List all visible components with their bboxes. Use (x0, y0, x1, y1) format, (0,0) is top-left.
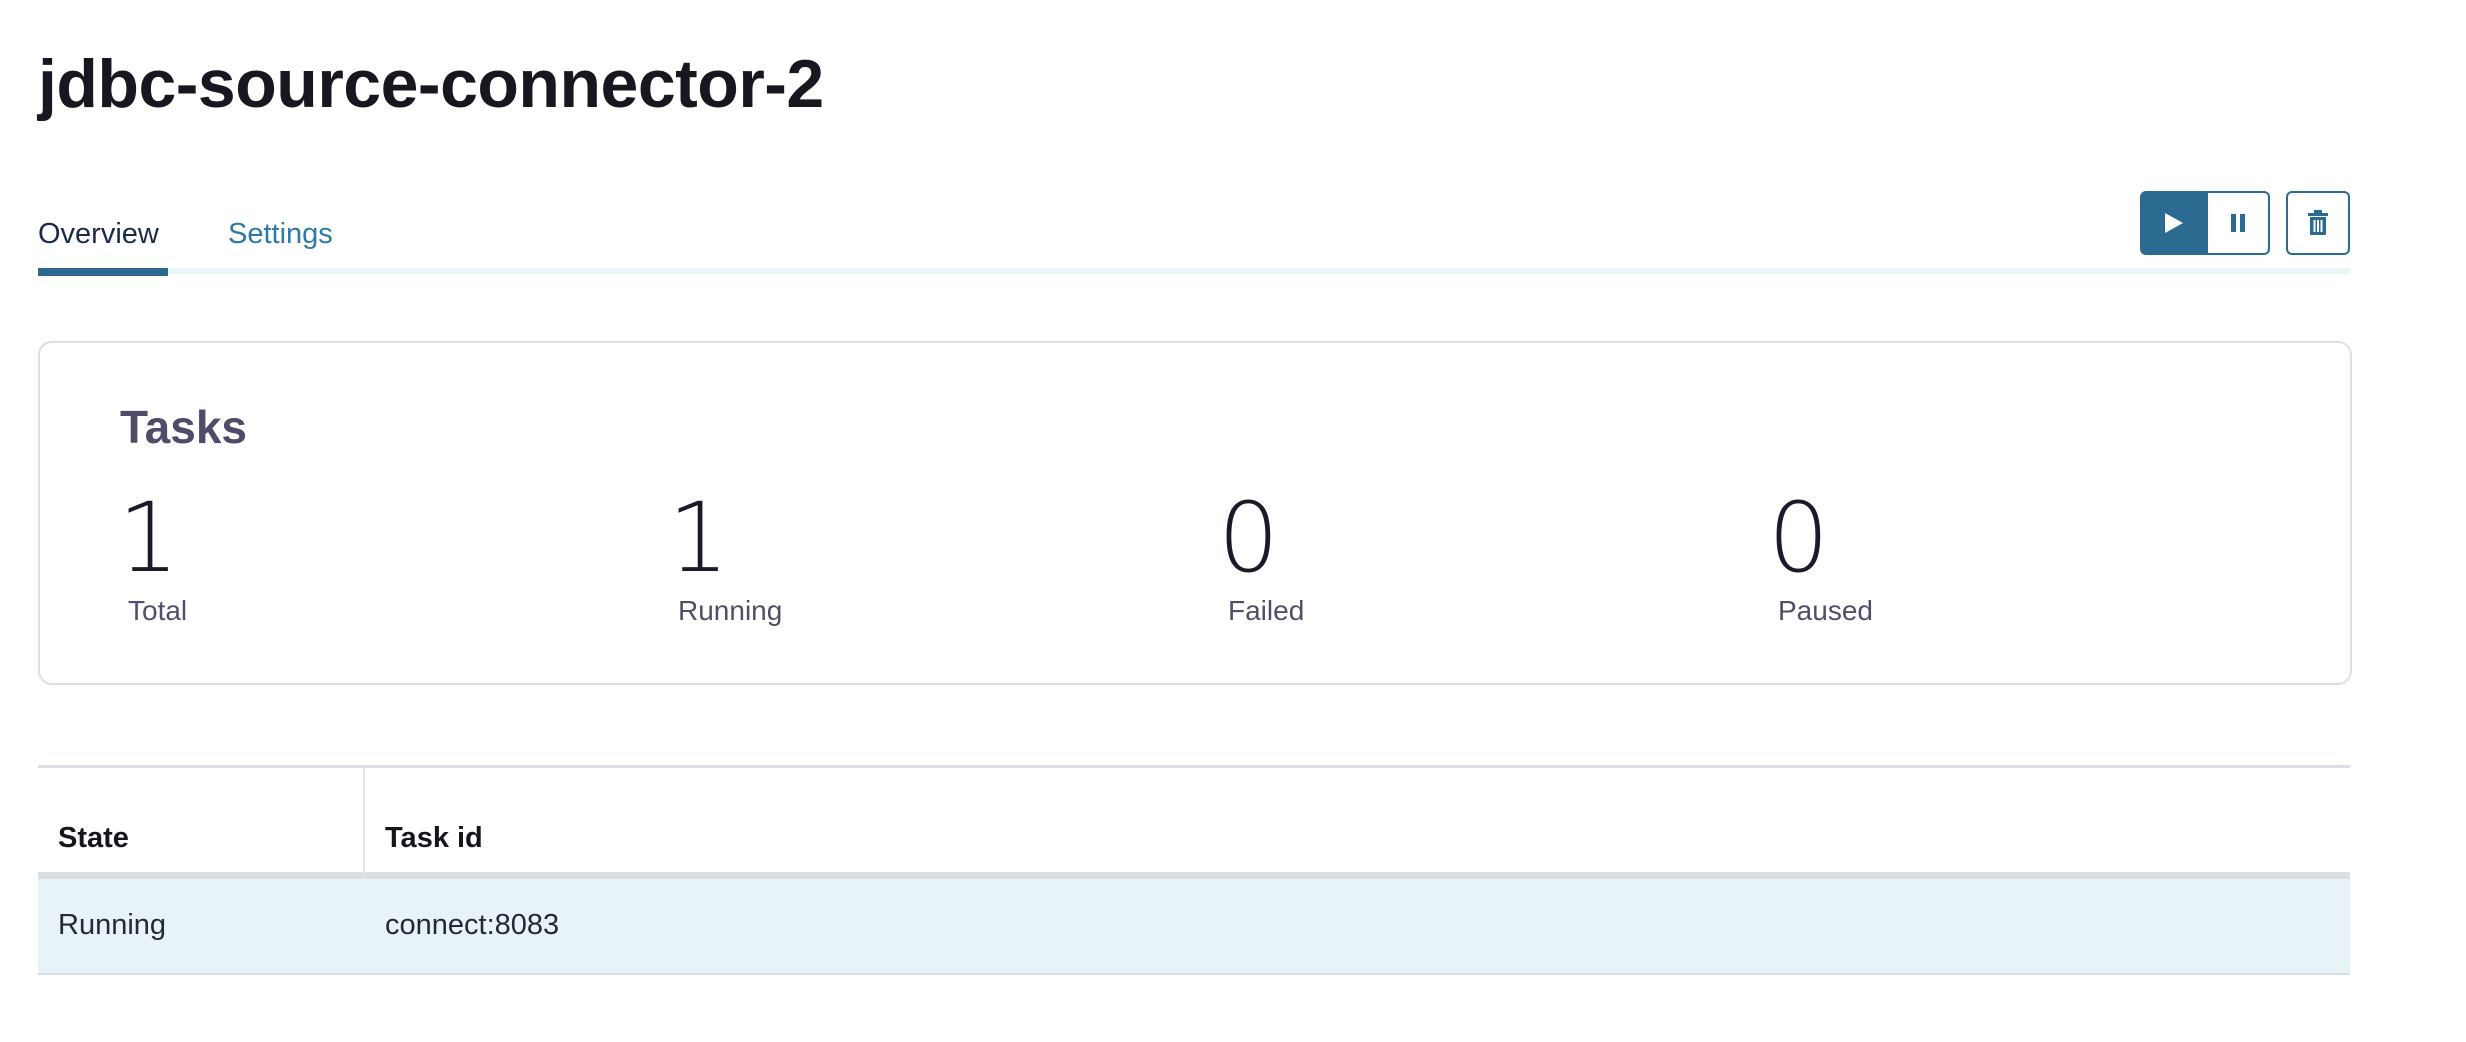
tab-track (38, 268, 2350, 274)
active-tab-indicator (38, 268, 168, 276)
delete-button[interactable] (2286, 191, 2350, 255)
column-header-task-id[interactable]: Task id (385, 822, 483, 855)
pause-icon (2231, 214, 2245, 232)
tasks-summary-card: Tasks 1 Total 1 Running 0 Failed 0 Pause… (38, 341, 2352, 685)
pause-button[interactable] (2206, 191, 2270, 255)
stat-failed: 0 Failed (1218, 483, 1618, 629)
table-row[interactable]: Running connect:8083 (38, 879, 2350, 975)
cell-state: Running (58, 909, 167, 941)
tab-settings[interactable]: Settings (228, 214, 333, 254)
tasks-title: Tasks (120, 401, 248, 453)
tab-overview[interactable]: Overview (38, 214, 168, 254)
stat-label: Total (128, 595, 188, 626)
cell-task-id: connect:8083 (385, 909, 560, 941)
stat-value: 1 (668, 482, 729, 594)
stat-label: Running (678, 595, 783, 626)
play-icon (2165, 213, 2183, 233)
trash-icon (2308, 210, 2328, 235)
page-title: jdbc-source-connector-2 (38, 46, 824, 122)
table-header: State Task id (38, 768, 2350, 872)
tab-bar: Overview Settings (38, 196, 2350, 276)
stat-paused: 0 Paused (1768, 483, 2168, 629)
tasks-table: State Task id Running connect:8083 (38, 765, 2350, 975)
stat-value: 1 (118, 482, 179, 594)
stat-value: 0 (1768, 482, 1829, 594)
stat-running: 1 Running (668, 483, 1068, 629)
table-header-border (38, 872, 2350, 879)
column-header-state[interactable]: State (58, 822, 129, 855)
stat-label: Failed (1228, 595, 1305, 626)
resume-button[interactable] (2140, 191, 2208, 255)
stat-value: 0 (1218, 482, 1279, 594)
stat-label: Paused (1778, 595, 1873, 626)
stat-total: 1 Total (118, 483, 518, 629)
